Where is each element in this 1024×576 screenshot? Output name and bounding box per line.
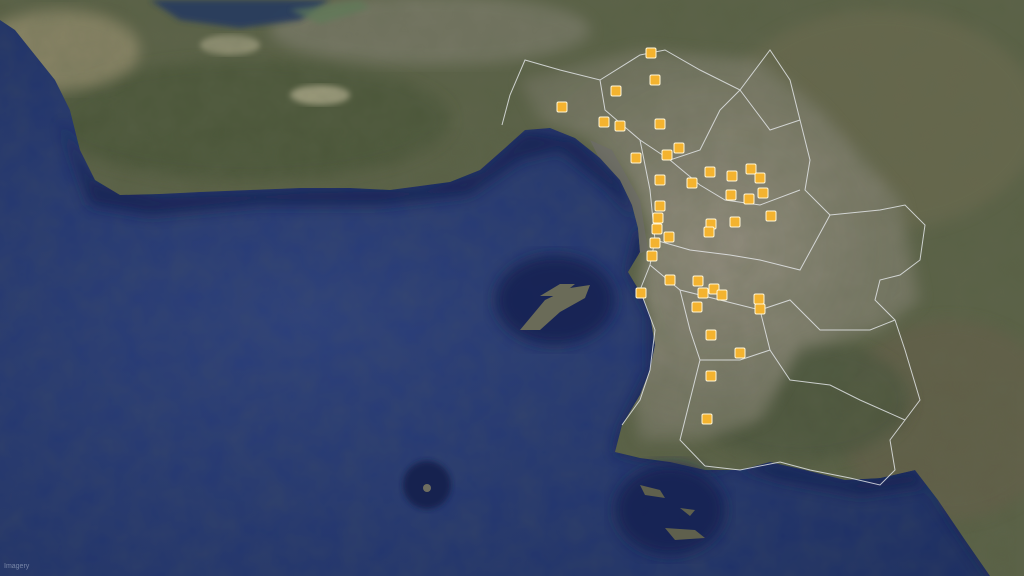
map-marker[interactable] <box>686 177 698 189</box>
map-marker[interactable] <box>754 303 766 315</box>
map-marker[interactable] <box>745 163 757 175</box>
map-marker[interactable] <box>598 116 610 128</box>
map-marker[interactable] <box>705 370 717 382</box>
map-marker[interactable] <box>754 172 766 184</box>
map-marker[interactable] <box>729 216 741 228</box>
map-marker[interactable] <box>654 200 666 212</box>
map-marker[interactable] <box>661 149 673 161</box>
map-marker[interactable] <box>716 289 728 301</box>
map-marker[interactable] <box>630 152 642 164</box>
map-marker[interactable] <box>757 187 769 199</box>
map-marker[interactable] <box>705 329 717 341</box>
map-marker[interactable] <box>649 237 661 249</box>
map-marker[interactable] <box>726 170 738 182</box>
map-marker[interactable] <box>697 287 709 299</box>
map-marker[interactable] <box>646 250 658 262</box>
map-marker[interactable] <box>649 74 661 86</box>
map-marker[interactable] <box>664 274 676 286</box>
satellite-map[interactable] <box>0 0 1024 576</box>
map-marker[interactable] <box>765 210 777 222</box>
map-marker[interactable] <box>654 174 666 186</box>
map-marker[interactable] <box>651 223 663 235</box>
map-marker[interactable] <box>645 47 657 59</box>
map-marker[interactable] <box>556 101 568 113</box>
map-marker[interactable] <box>652 212 664 224</box>
map-marker[interactable] <box>701 413 713 425</box>
map-view[interactable]: Imagery <box>0 0 1024 576</box>
southern-islands <box>615 465 725 555</box>
map-marker[interactable] <box>753 293 765 305</box>
map-marker[interactable] <box>692 275 704 287</box>
map-marker[interactable] <box>725 189 737 201</box>
map-marker[interactable] <box>673 142 685 154</box>
map-attribution: Imagery <box>4 563 30 570</box>
map-marker[interactable] <box>743 193 755 205</box>
if-island <box>403 461 451 509</box>
map-marker[interactable] <box>610 85 622 97</box>
map-marker[interactable] <box>654 118 666 130</box>
map-marker[interactable] <box>663 231 675 243</box>
map-marker[interactable] <box>691 301 703 313</box>
map-marker[interactable] <box>614 120 626 132</box>
map-marker[interactable] <box>704 166 716 178</box>
map-marker[interactable] <box>703 226 715 238</box>
map-marker[interactable] <box>734 347 746 359</box>
frioul-islands <box>495 255 615 345</box>
map-marker[interactable] <box>635 287 647 299</box>
